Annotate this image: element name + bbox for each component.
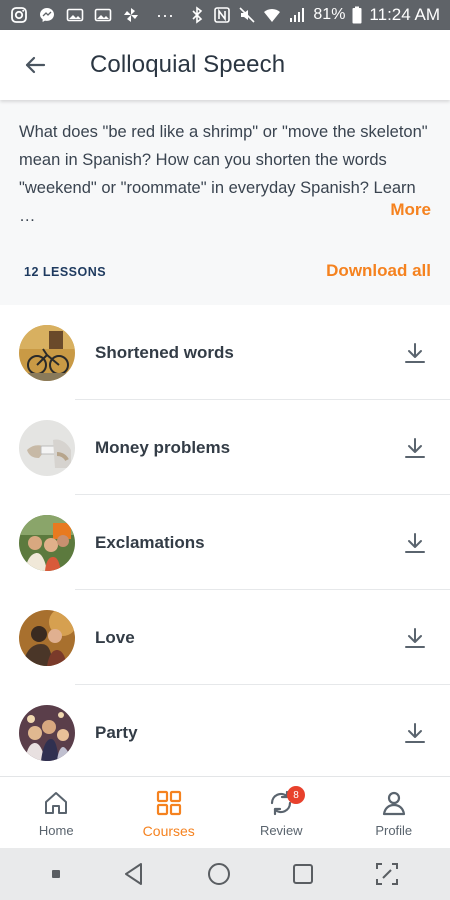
lesson-row[interactable]: Money problems: [0, 400, 450, 495]
nav-courses-label: Courses: [142, 823, 195, 839]
wifi-icon: [264, 8, 281, 22]
nfc-icon: [214, 7, 231, 23]
lesson-thumbnail: [19, 609, 75, 666]
bottom-navigation: Home Courses 8 Review Profile: [0, 776, 450, 848]
battery-percent: 81%: [313, 6, 346, 23]
clock: 11:24 AM: [369, 5, 440, 24]
course-description: What does "be red like a shrimp" or "mov…: [19, 123, 428, 225]
messenger-icon: [40, 8, 54, 22]
pinwheel-icon: [124, 8, 138, 22]
nav-courses[interactable]: Courses: [113, 777, 226, 848]
lesson-title: Exclamations: [95, 532, 205, 552]
gallery-icon-2: [94, 8, 112, 22]
nav-home[interactable]: Home: [0, 777, 113, 848]
back-button[interactable]: [0, 30, 70, 100]
download-button[interactable]: [402, 625, 428, 651]
screen-write-icon[interactable]: [374, 861, 400, 887]
gallery-icon: [66, 8, 84, 22]
lesson-row[interactable]: Party: [0, 685, 450, 780]
download-icon: [405, 627, 425, 648]
lesson-row[interactable]: Shortened words: [0, 305, 450, 400]
mute-icon: [239, 7, 255, 23]
lesson-thumbnail: [19, 324, 75, 381]
courses-grid-icon: [156, 790, 181, 816]
nav-home-label: Home: [38, 823, 74, 838]
download-icon: [405, 722, 425, 743]
download-button[interactable]: [402, 720, 428, 746]
back-triangle-icon[interactable]: [121, 861, 147, 887]
download-all-button[interactable]: Download all: [326, 261, 431, 281]
lesson-row[interactable]: Exclamations: [0, 495, 450, 590]
signal-icon: [290, 8, 305, 22]
dot-icon[interactable]: [50, 868, 62, 880]
profile-icon: [382, 791, 405, 816]
lesson-thumbnail: [19, 419, 75, 476]
system-navigation-bar: [0, 848, 450, 900]
download-button[interactable]: [402, 435, 428, 461]
download-icon: [405, 532, 425, 553]
status-bar: ··· 81% 11:24 AM: [0, 0, 450, 30]
instagram-icon: [11, 7, 27, 23]
app-header: Colloquial Speech: [0, 30, 450, 100]
bluetooth-icon: [192, 6, 203, 24]
download-button[interactable]: [402, 530, 428, 556]
nav-review-label: Review: [259, 823, 303, 838]
lesson-row[interactable]: Love: [0, 590, 450, 685]
nav-profile-label: Profile: [375, 823, 413, 838]
download-icon: [405, 437, 425, 458]
home-icon: [45, 792, 68, 814]
lesson-thumbnail: [19, 514, 75, 571]
lesson-title: Shortened words: [95, 342, 234, 362]
lessons-count: 12 LESSONS: [24, 265, 107, 279]
back-arrow-icon: [25, 56, 46, 74]
battery-icon: [352, 6, 362, 24]
lesson-list: Shortened words Money problems Exclamati…: [0, 305, 450, 780]
more-link[interactable]: More: [390, 200, 431, 220]
download-icon: [405, 342, 425, 363]
lesson-title: Love: [95, 627, 135, 647]
home-circle-icon[interactable]: [206, 861, 232, 887]
nav-review[interactable]: 8 Review: [225, 777, 338, 848]
lesson-title: Money problems: [95, 437, 231, 457]
lesson-thumbnail: [19, 704, 75, 761]
nav-profile[interactable]: Profile: [338, 777, 450, 848]
lesson-title: Party: [95, 722, 138, 742]
recents-square-icon[interactable]: [291, 862, 315, 886]
page-title: Colloquial Speech: [90, 51, 286, 78]
overflow-dots: ···: [156, 4, 174, 25]
download-button[interactable]: [402, 340, 428, 366]
review-badge: 8: [287, 786, 305, 804]
